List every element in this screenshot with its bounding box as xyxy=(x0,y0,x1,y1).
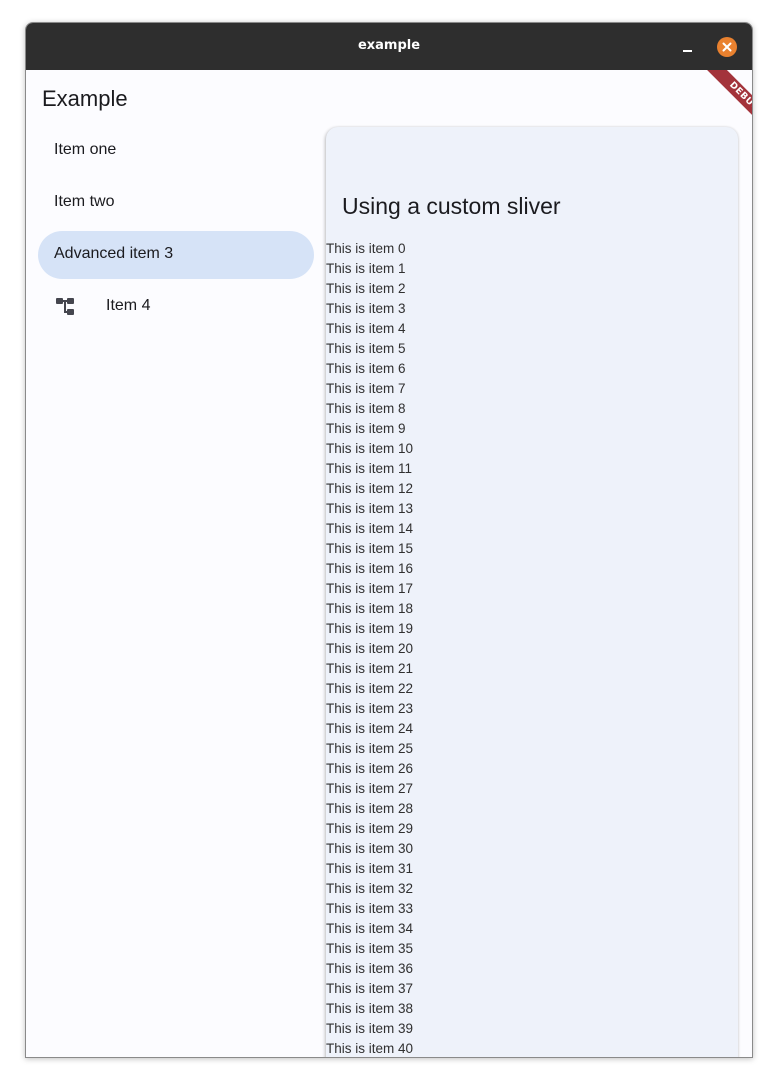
minimize-icon xyxy=(683,50,692,52)
nav-item-label: Item two xyxy=(54,193,115,210)
list-item: This is item 36 xyxy=(326,961,414,976)
sliver-app-bar-title: Using a custom sliver xyxy=(342,193,561,219)
nav-item-label: Item one xyxy=(54,141,117,158)
minimize-button[interactable] xyxy=(677,37,697,57)
list-item: This is item 2 xyxy=(326,281,406,296)
list-item: This is item 10 xyxy=(326,441,414,456)
list-item: This is item 7 xyxy=(326,381,406,396)
close-button[interactable] xyxy=(717,37,737,57)
list-item: This is item 16 xyxy=(326,561,414,576)
list-item: This is item 34 xyxy=(326,921,414,936)
list-item: This is item 27 xyxy=(326,781,414,796)
list-item: This is item 28 xyxy=(326,801,414,816)
window-titlebar[interactable]: example xyxy=(26,23,752,70)
list-item: This is item 4 xyxy=(326,321,406,336)
list-item: This is item 21 xyxy=(326,661,414,676)
list-item: This is item 13 xyxy=(326,501,414,516)
list-item: This is item 38 xyxy=(326,1001,414,1016)
list-item: This is item 33 xyxy=(326,901,414,916)
window-title: example xyxy=(357,38,421,53)
list-item: This is item 3 xyxy=(326,301,406,316)
navigation-drawer: Item one Item two Advanced item 3 Item 4 xyxy=(38,127,314,335)
list-item: This is item 6 xyxy=(326,361,406,376)
list-item: This is item 11 xyxy=(326,461,413,476)
close-icon xyxy=(722,42,732,52)
list-item: This is item 37 xyxy=(326,981,414,996)
list-item: This is item 12 xyxy=(326,481,414,496)
nav-item-advanced-3[interactable]: Advanced item 3 xyxy=(38,231,314,279)
list-item: This is item 17 xyxy=(326,581,414,596)
app-window: example Example DEBUG Item one Item two … xyxy=(25,22,753,1058)
list-item: This is item 18 xyxy=(326,601,414,616)
list-item: This is item 39 xyxy=(326,1021,414,1036)
list-item: This is item 19 xyxy=(326,621,414,636)
list-item: This is item 29 xyxy=(326,821,414,836)
list-item: This is item 31 xyxy=(326,861,414,876)
app-body: Example DEBUG Item one Item two Advanced… xyxy=(26,70,752,1057)
list-item: This is item 22 xyxy=(326,681,414,696)
list-item: This is item 8 xyxy=(326,401,406,416)
nav-item-one[interactable]: Item one xyxy=(38,127,314,175)
list-item: This is item 1 xyxy=(326,261,406,276)
list-item: This is item 24 xyxy=(326,721,414,736)
item-list[interactable]: This is item 0 This is item 1 This is it… xyxy=(326,239,738,1057)
list-item: This is item 35 xyxy=(326,941,414,956)
list-item: This is item 15 xyxy=(326,541,414,556)
app-title: Example xyxy=(42,86,128,111)
list-item: This is item 26 xyxy=(326,761,414,776)
nav-item-label: Advanced item 3 xyxy=(54,245,174,262)
list-item: This is item 5 xyxy=(326,341,406,356)
list-item: This is item 14 xyxy=(326,521,414,536)
list-item: This is item 9 xyxy=(326,421,406,436)
list-item: This is item 30 xyxy=(326,841,414,856)
content-panel[interactable]: Using a custom sliver This is item 0 Thi… xyxy=(326,127,738,1057)
list-item: This is item 40 xyxy=(326,1041,414,1056)
nav-item-two[interactable]: Item two xyxy=(38,179,314,227)
nav-item-label: Item 4 xyxy=(106,297,151,314)
list-item: This is item 32 xyxy=(326,881,414,896)
list-item: This is item 23 xyxy=(326,701,414,716)
list-item: This is item 0 xyxy=(326,241,406,256)
account-tree-icon xyxy=(56,298,74,315)
list-item: This is item 20 xyxy=(326,641,414,656)
list-item: This is item 25 xyxy=(326,741,414,756)
nav-item-4[interactable]: Item 4 xyxy=(38,283,314,331)
